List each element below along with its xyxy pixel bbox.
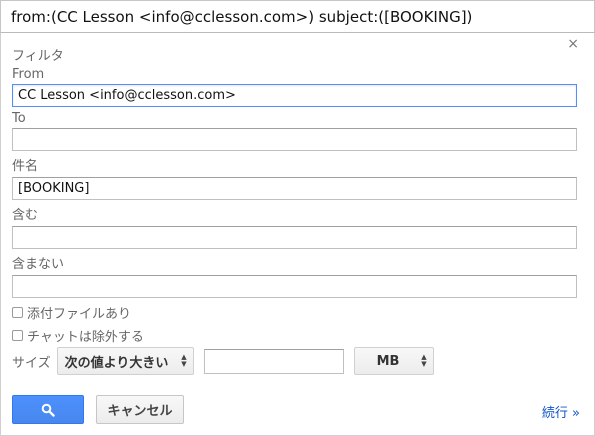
search-icon — [41, 403, 55, 417]
size-label: サイズ — [12, 355, 51, 371]
from-field[interactable] — [12, 84, 577, 107]
doesnt-have-label: 含まない — [12, 257, 65, 272]
search-query-text: from:(CC Lesson <info@cclesson.com>) sub… — [11, 7, 473, 26]
size-value-input[interactable] — [203, 348, 344, 374]
has-attachment-checkbox[interactable] — [12, 307, 23, 318]
has-attachment-label: 添付ファイルあり — [27, 307, 132, 322]
search-query-bar[interactable]: from:(CC Lesson <info@cclesson.com>) sub… — [0, 0, 595, 33]
to-field[interactable] — [12, 128, 577, 151]
has-attachment-row[interactable]: 添付ファイルあり — [12, 303, 131, 322]
subject-field[interactable] — [12, 177, 577, 200]
size-operator-value: 次の値より大きい — [64, 355, 169, 371]
from-label: From — [12, 67, 45, 82]
size-unit-select[interactable]: MB ▲ ▼ — [353, 347, 434, 375]
panel-title: フィルタ — [12, 49, 64, 64]
exclude-chats-label: チャットは除外する — [27, 330, 144, 345]
exclude-chats-checkbox[interactable] — [12, 330, 23, 341]
size-operator-select[interactable]: 次の値より大きい ▲ ▼ — [56, 347, 194, 375]
has-words-label: 含む — [12, 208, 39, 223]
size-row: サイズ 次の値より大きい ▲ ▼ MB ▲ ▼ — [12, 347, 434, 375]
create-filter-search-button[interactable] — [12, 395, 84, 424]
cancel-button[interactable]: キャンセル — [96, 395, 184, 424]
close-icon[interactable]: × — [567, 37, 579, 51]
exclude-chats-row[interactable]: チャットは除外する — [12, 326, 144, 345]
size-unit-value: MB — [376, 353, 400, 369]
select-arrows-icon: ▲ ▼ — [421, 353, 427, 368]
select-arrows-icon: ▲ ▼ — [181, 353, 187, 368]
to-label: To — [12, 111, 26, 126]
continue-link[interactable]: 続行 » — [542, 402, 580, 421]
has-words-field[interactable] — [12, 226, 577, 249]
subject-label: 件名 — [12, 159, 39, 174]
doesnt-have-field[interactable] — [12, 275, 577, 298]
filter-panel: × フィルタ From To 件名 含む 含まない 添付ファイルあり チャットは… — [0, 33, 595, 436]
